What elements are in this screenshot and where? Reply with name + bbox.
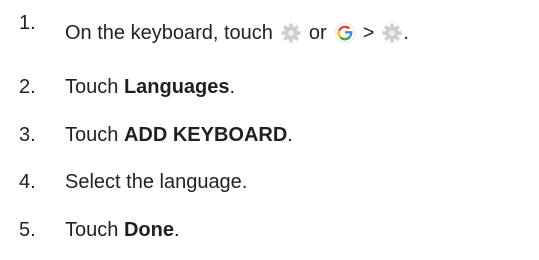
step-number: 1. (19, 12, 36, 34)
step-number: 5. (19, 218, 36, 241)
step-1-text: On the keyboard, touch (65, 21, 273, 44)
add-keyboard-emphasis: ADD KEYBOARD (123, 123, 288, 146)
step-2-suffix: . (229, 75, 236, 98)
step-3-suffix: . (287, 123, 293, 146)
step-text: Touch ADD KEYBOARD. (65, 124, 293, 147)
gear-icon (281, 23, 301, 43)
step-3-prefix: Touch (65, 123, 119, 146)
step-2-prefix: Touch (65, 75, 119, 98)
step-text: Touch Languages. (65, 76, 235, 99)
step-text: Touch Done. (65, 219, 180, 242)
period-text: . (403, 21, 409, 44)
step-5-suffix: . (173, 218, 180, 241)
google-g-icon (334, 22, 356, 44)
step-text: On the keyboard, touch or > . (65, 22, 409, 45)
gear-icon (382, 23, 403, 43)
step-text: Select the language. (65, 171, 247, 194)
greater-than-text: > (362, 21, 375, 44)
or-text: or (308, 21, 327, 44)
step-4-text: Select the language. (65, 170, 248, 193)
languages-emphasis: Languages (123, 75, 230, 98)
step-number: 2. (19, 75, 36, 98)
done-emphasis: Done (123, 218, 174, 241)
step-5-prefix: Touch (65, 218, 119, 241)
step-number: 3. (19, 123, 36, 146)
step-number: 4. (19, 170, 36, 193)
